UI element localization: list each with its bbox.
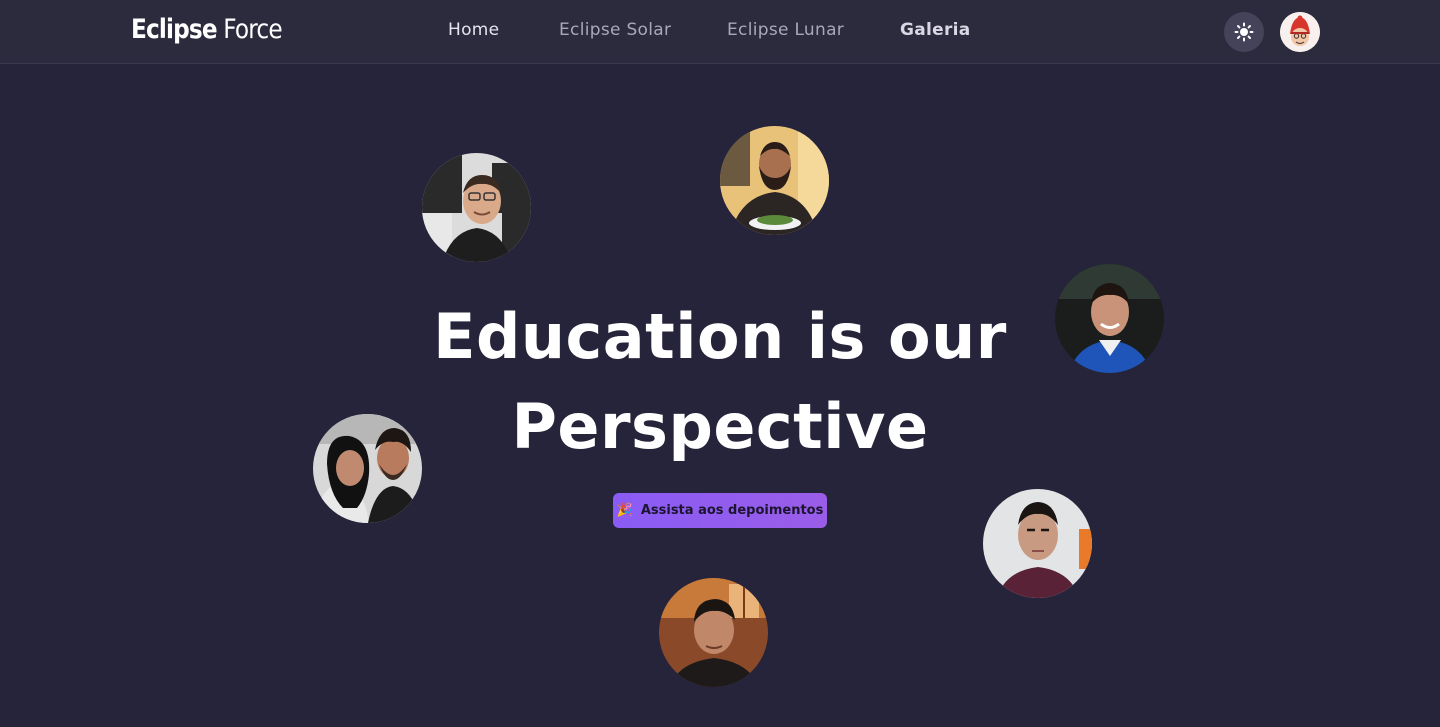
hero-title-line-2: Perspective bbox=[511, 390, 929, 463]
testimonial-photo-6[interactable] bbox=[659, 578, 768, 687]
testimonial-photo-2[interactable] bbox=[720, 126, 829, 235]
user-avatar-button[interactable] bbox=[1280, 12, 1320, 52]
hero-title: Education is our Perspective bbox=[420, 292, 1020, 472]
nav-galeria[interactable]: Galeria bbox=[900, 20, 971, 40]
nav-eclipse-solar[interactable]: Eclipse Solar bbox=[559, 20, 671, 40]
user-avatar bbox=[1280, 12, 1320, 52]
theme-toggle-button[interactable] bbox=[1224, 12, 1264, 52]
top-navbar: Eclipse Force Home Eclipse Solar Eclipse… bbox=[0, 0, 1440, 64]
hero-title-line-1: Education is our bbox=[433, 300, 1007, 373]
testimonial-photo-5[interactable] bbox=[983, 489, 1092, 598]
nav-eclipse-lunar[interactable]: Eclipse Lunar bbox=[727, 20, 844, 40]
logo-light-text: Force bbox=[216, 14, 282, 45]
sun-icon bbox=[1234, 22, 1254, 42]
testimonial-photo-3[interactable] bbox=[1055, 264, 1164, 373]
testimonial-photo-4[interactable] bbox=[313, 414, 422, 523]
brand-logo[interactable]: Eclipse Force bbox=[131, 14, 283, 45]
nav-home[interactable]: Home bbox=[448, 20, 499, 40]
cta-label: Assista aos depoimentos bbox=[640, 503, 824, 518]
testimonial-photo-1[interactable] bbox=[422, 153, 531, 262]
watch-testimonials-button[interactable]: 🎉 Assista aos depoimentos bbox=[613, 493, 827, 528]
party-popper-icon: 🎉 bbox=[616, 503, 633, 518]
logo-bold-text: Eclipse bbox=[131, 14, 218, 45]
